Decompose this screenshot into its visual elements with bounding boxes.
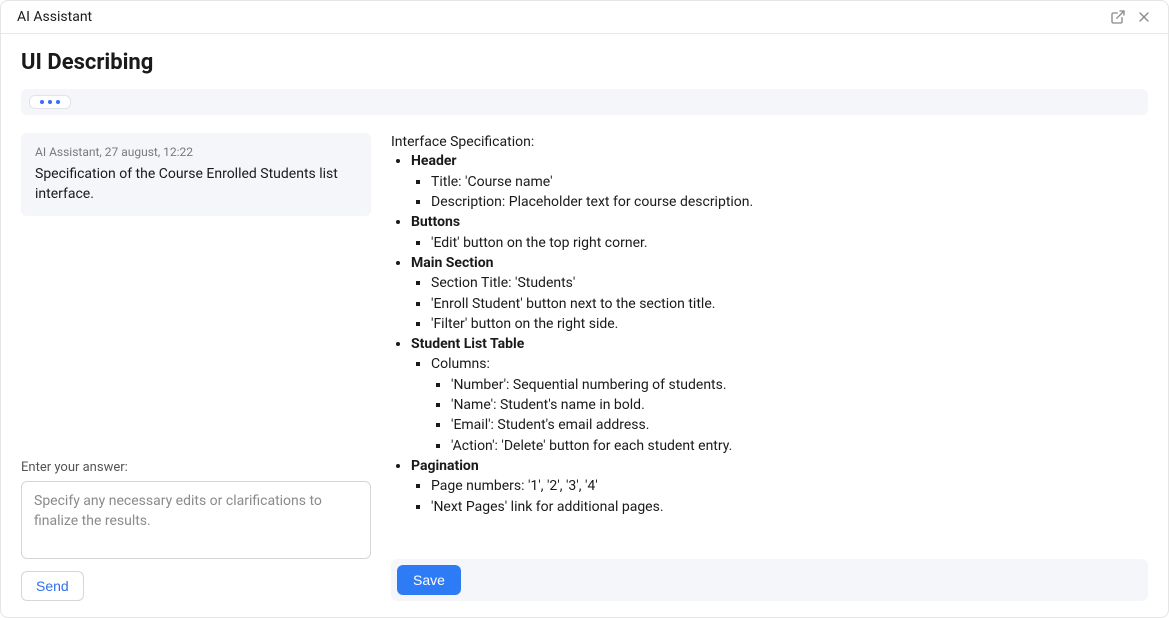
spec-subitem: 'Number': Sequential numbering of studen…: [451, 376, 1148, 395]
dot-icon: [48, 100, 52, 104]
spec-item: Columns: 'Number': Sequential numbering …: [431, 355, 1148, 456]
spec-section-title: Header: [411, 153, 457, 169]
spec-section: Pagination Page numbers: '1', '2', '3', …: [411, 457, 1148, 517]
header-area: UI Describing: [1, 34, 1168, 115]
dot-icon: [40, 100, 44, 104]
spec-list: Header Title: 'Course name' Description:…: [391, 152, 1148, 517]
spec-section-title: Student List Table: [411, 336, 524, 352]
spec-section: Main Section Section Title: 'Students' '…: [411, 254, 1148, 334]
spec-subitem: 'Action': 'Delete' button for each stude…: [451, 437, 1148, 456]
message-meta: AI Assistant, 27 august, 12:22: [35, 145, 357, 159]
spec-item: 'Next Pages' link for additional pages.: [431, 498, 1148, 517]
save-button[interactable]: Save: [397, 565, 461, 595]
spec-item: Description: Placeholder text for course…: [431, 193, 1148, 212]
spec-item: Section Title: 'Students': [431, 274, 1148, 293]
spec-subitem: 'Email': Student's email address.: [451, 416, 1148, 435]
spec-subitem: 'Name': Student's name in bold.: [451, 396, 1148, 415]
save-bar: Save: [391, 559, 1148, 601]
titlebar: AI Assistant: [1, 1, 1168, 34]
assistant-message: AI Assistant, 27 august, 12:22 Specifica…: [21, 133, 371, 216]
left-pane: AI Assistant, 27 august, 12:22 Specifica…: [21, 115, 371, 601]
loading-banner: [21, 89, 1148, 115]
spec-item: 'Edit' button on the top right corner.: [431, 234, 1148, 253]
right-pane: Interface Specification: Header Title: '…: [391, 115, 1148, 601]
spec-item: Page numbers: '1', '2', '3', '4': [431, 477, 1148, 496]
page-title: UI Describing: [21, 50, 1148, 75]
spec-item: 'Enroll Student' button next to the sect…: [431, 295, 1148, 314]
content-area: AI Assistant, 27 august, 12:22 Specifica…: [1, 115, 1168, 617]
spec-section: Student List Table Columns: 'Number': Se…: [411, 335, 1148, 456]
answer-label: Enter your answer:: [21, 460, 371, 475]
message-body: Specification of the Course Enrolled Stu…: [35, 165, 357, 204]
send-button[interactable]: Send: [21, 571, 84, 601]
spec-lead: Interface Specification:: [391, 133, 1148, 152]
close-icon[interactable]: [1136, 9, 1152, 25]
spec-section: Header Title: 'Course name' Description:…: [411, 152, 1148, 212]
spec-section-title: Pagination: [411, 458, 479, 474]
answer-input[interactable]: [21, 481, 371, 559]
spec-section-title: Buttons: [411, 214, 460, 230]
spec-content: Interface Specification: Header Title: '…: [391, 133, 1148, 551]
spec-section: Buttons 'Edit' button on the top right c…: [411, 213, 1148, 253]
spec-item-text: Columns:: [431, 356, 490, 372]
spec-section-title: Main Section: [411, 255, 493, 271]
window: AI Assistant UI Describing AI Assistant,…: [0, 0, 1169, 618]
spec-item: Title: 'Course name': [431, 173, 1148, 192]
spec-item: 'Filter' button on the right side.: [431, 315, 1148, 334]
dot-icon: [56, 100, 60, 104]
window-title: AI Assistant: [17, 9, 92, 25]
open-external-icon[interactable]: [1110, 9, 1126, 25]
titlebar-actions: [1110, 9, 1152, 25]
loading-indicator: [29, 95, 71, 109]
